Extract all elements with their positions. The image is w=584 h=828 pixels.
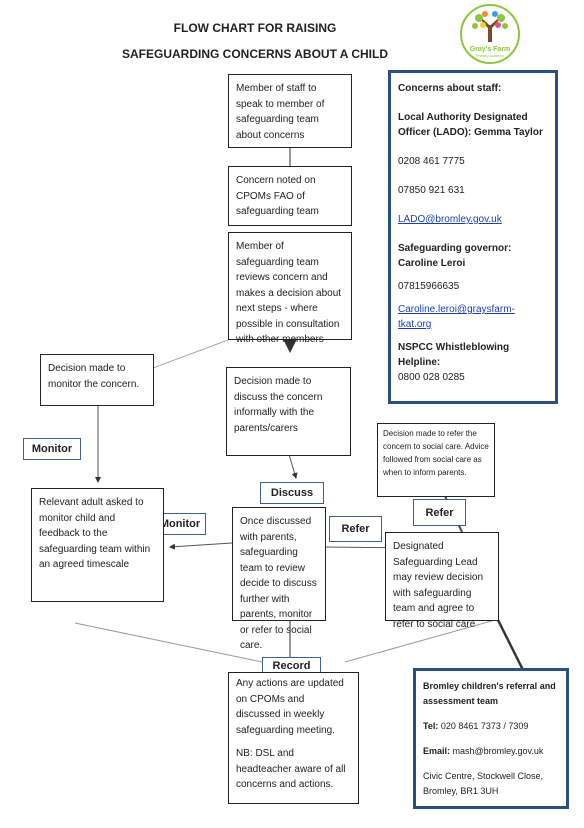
bromley-referral-panel: Bromley children's referral and assessme…: [413, 668, 569, 809]
refer-label: Refer: [329, 516, 382, 542]
nspcc-phone: 0800 028 0285: [398, 372, 465, 383]
bromley-email: mash@bromley.gov.uk: [452, 746, 544, 756]
bromley-address: Civic Centre, Stockwell Close, Bromley, …: [423, 771, 544, 796]
lado-phone-1: 0208 461 7775: [398, 156, 465, 167]
governor-phone: 07815966635: [398, 281, 460, 292]
connector-arrow: [169, 542, 233, 550]
once-discussed-box: Once discussed with parents, safeguardin…: [232, 507, 326, 651]
discuss-label: Discuss: [260, 482, 324, 504]
lado-email-link[interactable]: LADO@bromley.gov.uk: [398, 214, 502, 225]
refer-decision-box: Decision made to refer the concern to so…: [377, 423, 495, 497]
discuss-decision-box: Decision made to discuss the concern inf…: [226, 367, 351, 456]
lado-phone-2: 07850 921 631: [398, 185, 465, 196]
bromley-heading: Bromley children's referral and assessme…: [423, 681, 556, 706]
actions-box: Any actions are updated on CPOMs and dis…: [228, 672, 359, 804]
flow-chart-page: FLOW CHART FOR RAISING SAFEGUARDING CONC…: [0, 0, 584, 828]
monitor-label: Monitor: [23, 438, 81, 460]
governor-name: Safeguarding governor: Caroline Leroi: [398, 243, 512, 269]
step-team-reviews: Member of safeguarding team reviews conc…: [228, 232, 352, 345]
bromley-tel: 020 8461 7373 / 7309: [440, 721, 529, 731]
refer-label-2: Refer: [413, 499, 466, 526]
connector: [496, 619, 525, 671]
step-staff-speak: Member of staff to speak to member of sa…: [228, 74, 352, 148]
actions-text: Any actions are updated on CPOMs and dis…: [236, 678, 344, 736]
staff-heading: Concerns about staff:: [398, 83, 502, 94]
step-concern-noted: Concern noted on CPOMs FAO of safeguardi…: [228, 166, 352, 226]
email-label: Email:: [423, 746, 451, 756]
staff-concerns-panel: Concerns about staff: Local Authority De…: [388, 70, 558, 404]
connector: [74, 622, 263, 663]
nspcc-label: NSPCC Whistleblowing Helpline:: [398, 342, 510, 368]
relevant-adult-box: Relevant adult asked to monitor child an…: [31, 488, 164, 602]
lado-name: Local Authority Designated Officer (LADO…: [398, 112, 543, 138]
monitor-decision-box: Decision made to monitor the concern.: [40, 354, 154, 406]
tel-label: Tel:: [423, 721, 439, 731]
connector: [152, 339, 229, 369]
designated-lead-box: Designated Safeguarding Lead may review …: [385, 532, 499, 630]
governor-email-link[interactable]: Caroline.leroi@graysfarm-tkat.org: [398, 304, 515, 330]
actions-nb: NB: DSL and headteacher aware of all con…: [236, 748, 346, 790]
